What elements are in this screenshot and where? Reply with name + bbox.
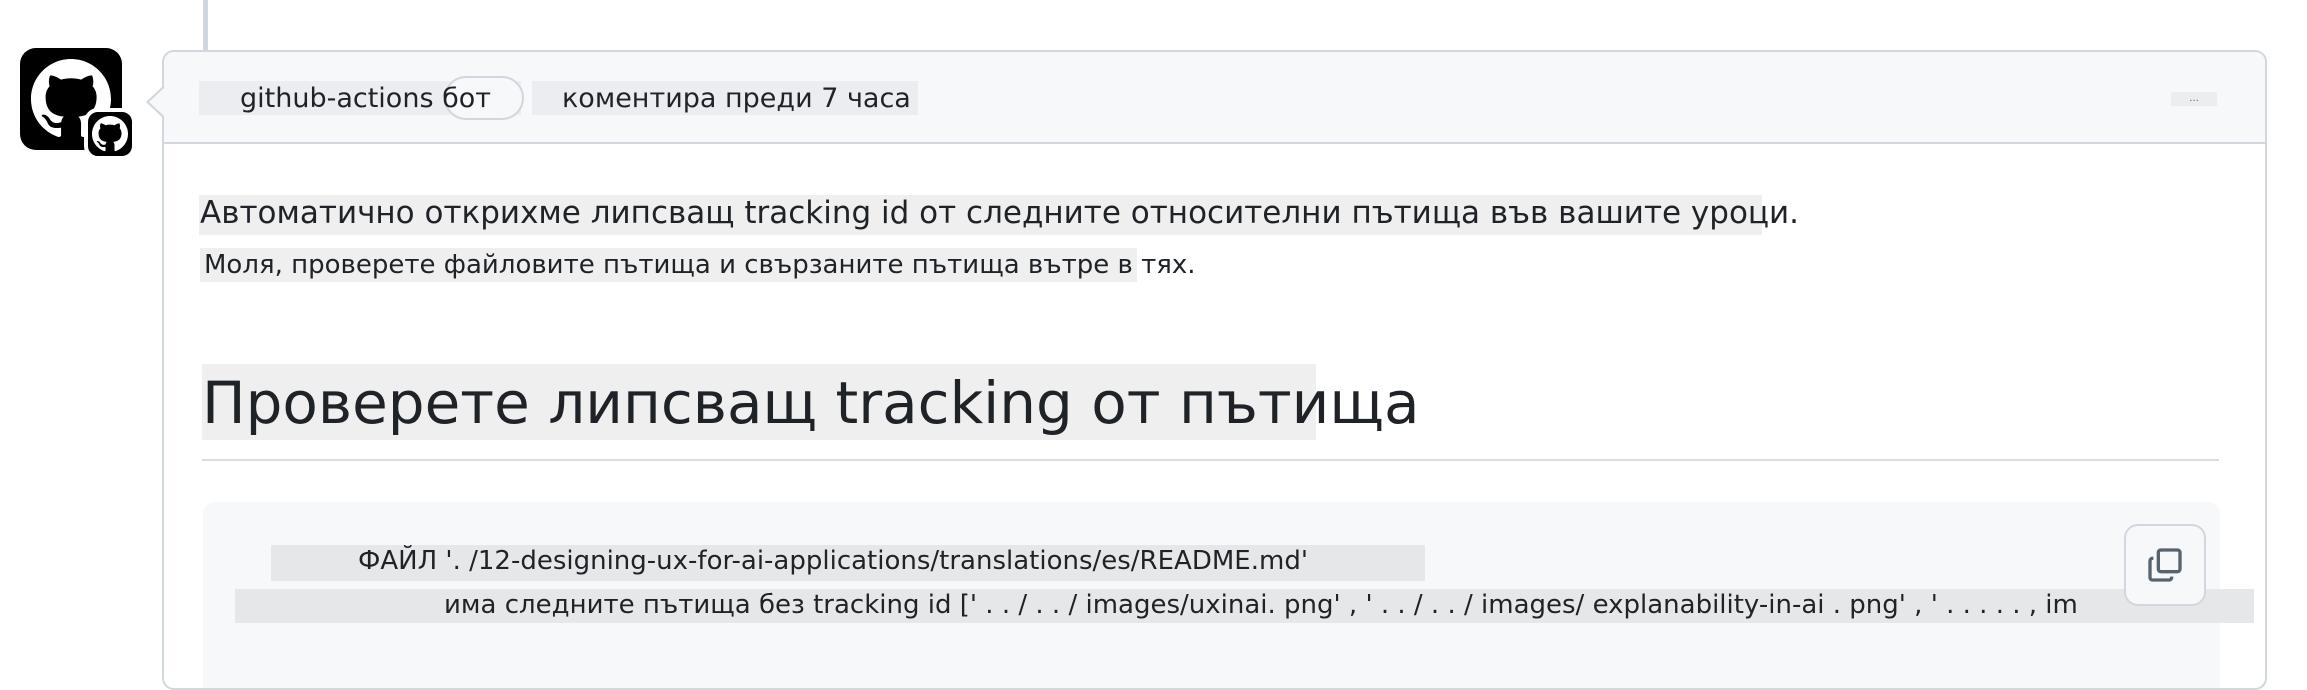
comment-timestamp[interactable]: коментира преди 7 часа: [562, 83, 911, 114]
author-avatar[interactable]: [20, 48, 136, 160]
heading-divider: [202, 459, 2219, 461]
comment-header: github-actions бот коментира преди 7 час…: [164, 52, 2265, 144]
app-badge: [84, 108, 136, 160]
code-line-paths: има следните пътища без tracking id [' .…: [444, 590, 2078, 620]
comment-options-button[interactable]: ...: [2171, 92, 2217, 106]
copy-button[interactable]: [2124, 524, 2206, 606]
author-name[interactable]: github-actions бот: [240, 83, 491, 114]
github-badge-icon: [92, 116, 128, 152]
comment-box: github-actions бот коментира преди 7 час…: [162, 50, 2267, 690]
timeline-line: [203, 0, 208, 50]
code-line-file: ФАЙЛ '. /12-designing-ux-for-ai-applicat…: [358, 546, 1308, 576]
comment-pointer-fill: [149, 88, 164, 116]
section-heading: Проверете липсващ tracking от пътища: [202, 369, 1420, 437]
instruction-paragraph: Моля, проверете файловите пътища и свърз…: [204, 250, 1196, 280]
intro-paragraph: Автоматично открихме липсващ tracking id…: [200, 195, 1800, 231]
copy-icon: [2148, 548, 2182, 582]
